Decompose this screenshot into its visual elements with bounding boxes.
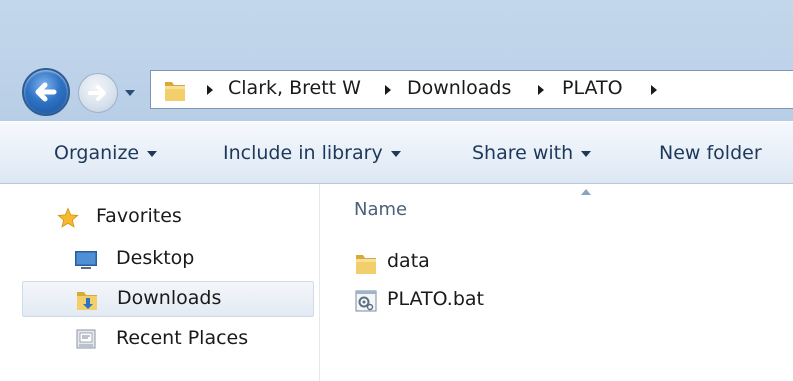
file-list: Name data PLATO.bat [320,184,793,381]
breadcrumb-plato[interactable]: PLATO [562,77,623,99]
chevron-down-icon [147,150,158,157]
file-name: data [387,250,430,272]
list-item[interactable]: PLATO.bat [354,286,754,316]
organize-label: Organize [54,142,140,164]
include-in-library-label: Include in library [223,142,383,164]
include-in-library-button[interactable]: Include in library [223,142,401,164]
folder-icon [356,255,376,274]
forward-arrow-icon [88,85,106,101]
sidebar-item-label: Desktop [116,247,195,269]
file-name: PLATO.bat [387,288,484,310]
batch-file-icon [355,290,377,312]
recent-places-icon [76,329,96,349]
chevron-down-icon [390,150,401,157]
folder-icon [165,82,185,101]
sidebar-item-label: Downloads [117,287,222,309]
forward-button[interactable] [78,73,118,113]
star-icon [57,207,79,228]
recent-pages-dropdown-icon[interactable] [122,85,138,101]
back-button[interactable] [22,68,70,116]
desktop-icon [75,251,97,269]
sidebar-item-recent-places[interactable]: Recent Places [22,322,314,358]
share-with-label: Share with [472,142,574,164]
command-bar: Organize Include in library Share with N… [0,121,793,184]
breadcrumb-user[interactable]: Clark, Brett W [228,77,361,99]
breadcrumb-separator-icon[interactable] [205,84,215,96]
new-folder-label: New folder [659,142,762,164]
column-header-name[interactable]: Name [354,199,407,220]
chevron-down-icon [581,150,592,157]
downloads-folder-icon [77,292,97,310]
back-arrow-icon [35,82,57,102]
sidebar-item-downloads[interactable]: Downloads [22,281,314,317]
list-item[interactable]: data [354,248,754,278]
address-bar[interactable]: Clark, Brett W Downloads PLATO [150,70,793,109]
breadcrumb-separator-icon[interactable] [536,84,546,96]
sort-ascending-icon [581,189,591,195]
sidebar-item-label: Recent Places [116,327,249,349]
organize-button[interactable]: Organize [54,142,158,164]
sidebar-item-favorites[interactable]: Favorites [22,200,314,236]
navigation-pane: Favorites Desktop Downloads Recent Place… [0,184,319,381]
breadcrumb-downloads[interactable]: Downloads [407,77,511,99]
sidebar-item-desktop[interactable]: Desktop [22,242,314,278]
breadcrumb-separator-icon[interactable] [383,84,393,96]
share-with-button[interactable]: Share with [472,142,592,164]
breadcrumb-separator-icon[interactable] [649,84,659,96]
new-folder-button[interactable]: New folder [659,142,762,164]
sidebar-item-label: Favorites [96,205,182,227]
